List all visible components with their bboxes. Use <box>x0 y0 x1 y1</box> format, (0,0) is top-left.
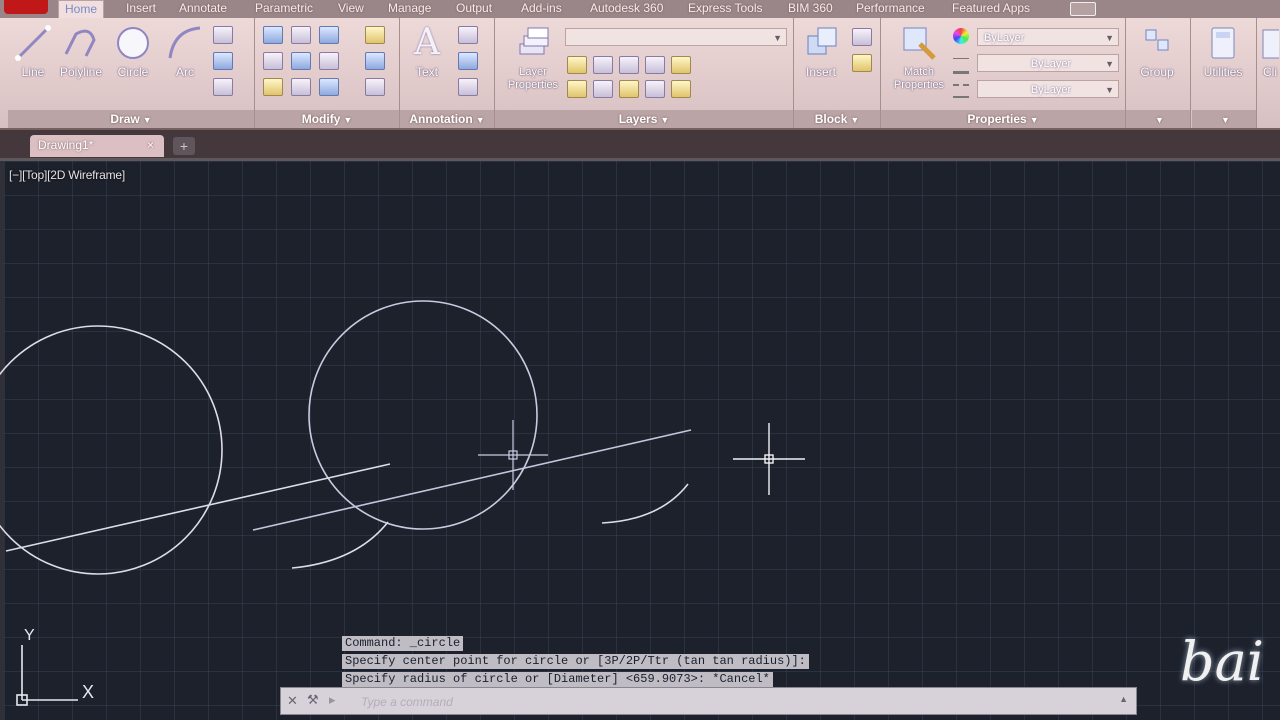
command-history-line: Specify center point for circle or [3P/2… <box>342 654 809 669</box>
command-history-toggle-icon[interactable]: ▲ <box>1119 694 1128 704</box>
crosshair-cursor <box>733 423 805 495</box>
command-history-line: Command: _circle <box>342 636 464 651</box>
arc-entity[interactable] <box>601 483 689 524</box>
command-line-close-icon[interactable]: ✕ <box>287 693 298 709</box>
command-history-line: Specify radius of circle or [Diameter] <… <box>342 672 773 687</box>
command-line: ✕ ⚒ ▸ ▲ <box>280 687 1137 715</box>
circle-entity[interactable] <box>308 300 538 530</box>
line-entity[interactable] <box>5 463 391 552</box>
command-prompt-icon[interactable]: ▸ <box>329 692 336 708</box>
circle-entity[interactable] <box>0 325 223 575</box>
ucs-icon <box>16 645 78 706</box>
drawing-geometry: Y X <box>0 300 805 706</box>
pickbox-cursor <box>478 420 548 490</box>
command-input[interactable] <box>359 692 1083 712</box>
ucs-y-label: Y <box>24 627 35 644</box>
arc-entity[interactable] <box>291 521 389 569</box>
ucs-x-label: X <box>82 682 94 702</box>
watermark-logo: bai <box>1180 630 1265 693</box>
command-customize-icon[interactable]: ⚒ <box>307 692 319 708</box>
